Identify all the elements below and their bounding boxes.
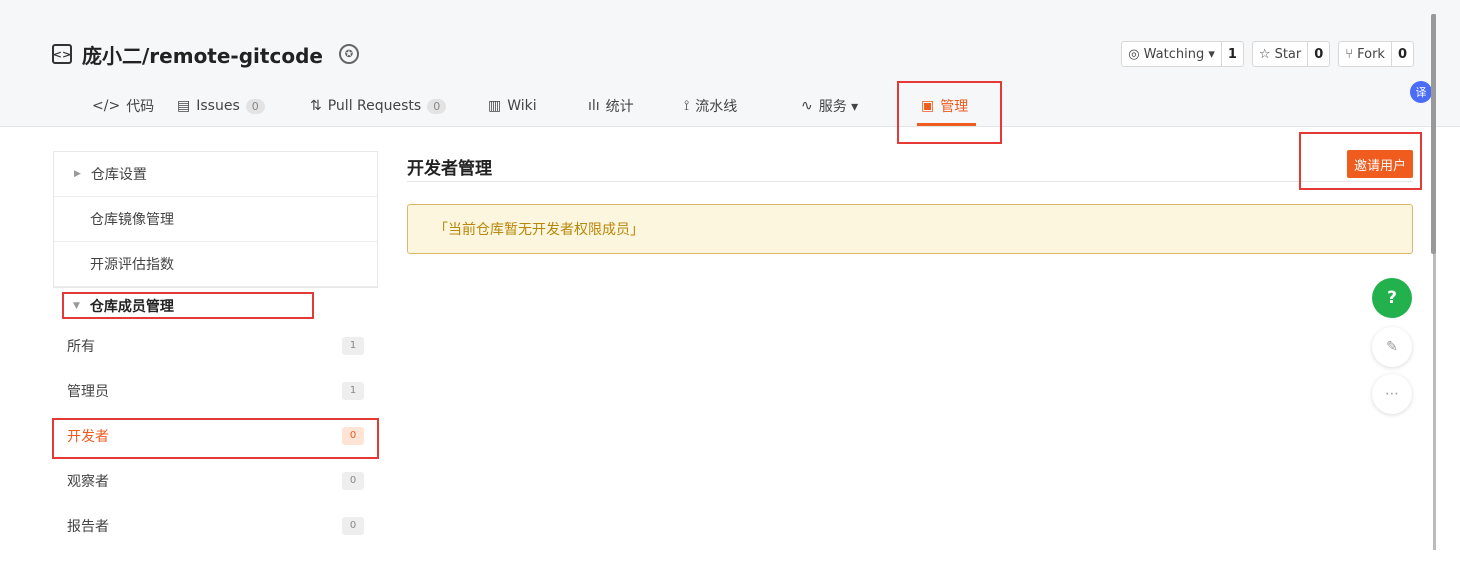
repo-header: <> 庞小二/remote-gitcode ✪ ◎ Watching ▾ 1 ☆ S… (0, 0, 1460, 127)
settings-sidebar: ▶ 仓库设置 仓库镜像管理 开源评估指数 ▼ 仓库成员管理 所有 1 管理员 1… (53, 151, 378, 548)
translate-icon[interactable]: 译 (1410, 81, 1432, 103)
help-button[interactable]: ? (1372, 278, 1412, 318)
issues-icon: ▤ (177, 98, 191, 114)
member-role-label: 报告者 (67, 518, 109, 535)
sidebar-item-label: 仓库设置 (90, 167, 147, 183)
repo-tabs: </> 代码 ▤ Issues 0 ⇅ Pull Requests 0 ▥ Wi… (0, 86, 1200, 126)
feedback-edit-icon[interactable]: ✎ (1372, 327, 1412, 367)
member-role-label: 所有 (67, 338, 95, 355)
sidebar-item-mirror[interactable]: 仓库镜像管理 (54, 197, 377, 242)
issues-count: 0 (245, 98, 265, 114)
award-badge-icon[interactable]: ✪ (338, 44, 359, 64)
sidebar-item-label: 仓库镜像管理 (90, 212, 174, 228)
main-header: 开发者管理 邀请用户 (407, 150, 1413, 182)
member-count: 1 (342, 381, 364, 400)
fork-button[interactable]: ⑂ Fork 0 (1338, 41, 1414, 67)
settings-group: ▶ 仓库设置 仓库镜像管理 开源评估指数 (53, 151, 378, 288)
empty-notice: 「当前仓库暂无开发者权限成员」 (407, 204, 1413, 254)
chat-icon[interactable]: ⋯ (1372, 374, 1412, 414)
tab-stats[interactable]: ılı 统计 (588, 86, 634, 126)
wiki-icon: ▥ (488, 98, 502, 114)
tab-issues[interactable]: ▤ Issues 0 (177, 86, 265, 126)
watch-count[interactable]: 1 (1220, 42, 1243, 66)
sidebar-item-observers[interactable]: 观察者 0 (53, 458, 378, 503)
highlight-invite-button (1299, 132, 1422, 190)
sidebar-item-label: 开源评估指数 (90, 257, 174, 273)
watch-label: Watching ▾ (1143, 46, 1215, 62)
tab-label: Pull Requests (327, 98, 422, 114)
tab-services[interactable]: ∿ 服务 ▾ (801, 86, 858, 126)
pull-request-icon: ⇅ (310, 98, 322, 114)
repo-name[interactable]: 庞小二/remote-gitcode (82, 40, 323, 69)
star-count[interactable]: 0 (1307, 42, 1329, 66)
tab-wiki[interactable]: ▥ Wiki (488, 86, 537, 126)
member-count: 0 (342, 471, 364, 490)
sidebar-item-admins[interactable]: 管理员 1 (53, 368, 378, 413)
star-button[interactable]: ☆ Star 0 (1251, 41, 1331, 67)
page-title: 开发者管理 (407, 158, 492, 179)
tab-label: 代码 (126, 99, 155, 115)
tab-label: 流水线 (695, 99, 738, 115)
star-label: Star (1274, 46, 1302, 62)
caret-right-icon: ▶ (74, 169, 81, 179)
tab-pull-requests[interactable]: ⇅ Pull Requests 0 (310, 86, 447, 126)
highlight-members-section (62, 292, 314, 319)
highlight-manage-tab (897, 81, 1002, 144)
tab-label: Issues (196, 98, 240, 114)
pipeline-icon: ⟟ (684, 98, 690, 114)
tab-label: Wiki (507, 98, 537, 114)
watch-button[interactable]: ◎ Watching ▾ 1 (1121, 41, 1244, 67)
pull-requests-count: 0 (427, 98, 447, 114)
member-count: 1 (342, 336, 364, 355)
star-icon: ☆ (1258, 46, 1271, 62)
eye-icon: ◎ (1128, 46, 1140, 62)
chart-icon: ılı (588, 98, 600, 114)
pulse-icon: ∿ (801, 98, 813, 114)
sidebar-item-all[interactable]: 所有 1 (53, 323, 378, 368)
member-role-label: 管理员 (67, 383, 109, 400)
highlight-developers-item (52, 418, 379, 459)
tab-label: 服务 ▾ (818, 99, 859, 115)
code-icon: </> (92, 98, 121, 114)
tab-label: 统计 (605, 99, 634, 115)
fork-label: Fork (1357, 46, 1385, 62)
sidebar-item-reporters[interactable]: 报告者 0 (53, 503, 378, 548)
repo-title: <> 庞小二/remote-gitcode ✪ (52, 40, 359, 68)
main-panel: 开发者管理 邀请用户 「当前仓库暂无开发者权限成员」 (407, 150, 1413, 254)
fork-icon: ⑂ (1345, 46, 1354, 62)
member-count: 0 (342, 516, 364, 535)
member-role-label: 观察者 (67, 473, 109, 490)
fork-count[interactable]: 0 (1390, 42, 1413, 66)
scrollbar-thumb[interactable] (1431, 14, 1436, 254)
sidebar-item-repo-settings[interactable]: ▶ 仓库设置 (54, 152, 377, 197)
tab-pipeline[interactable]: ⟟ 流水线 (684, 86, 737, 126)
repo-icon: <> (52, 44, 72, 64)
sidebar-item-open-source-index[interactable]: 开源评估指数 (54, 242, 377, 287)
repo-actions: ◎ Watching ▾ 1 ☆ Star 0 ⑂ Fork 0 (1121, 41, 1414, 67)
tab-code[interactable]: </> 代码 (92, 86, 154, 126)
